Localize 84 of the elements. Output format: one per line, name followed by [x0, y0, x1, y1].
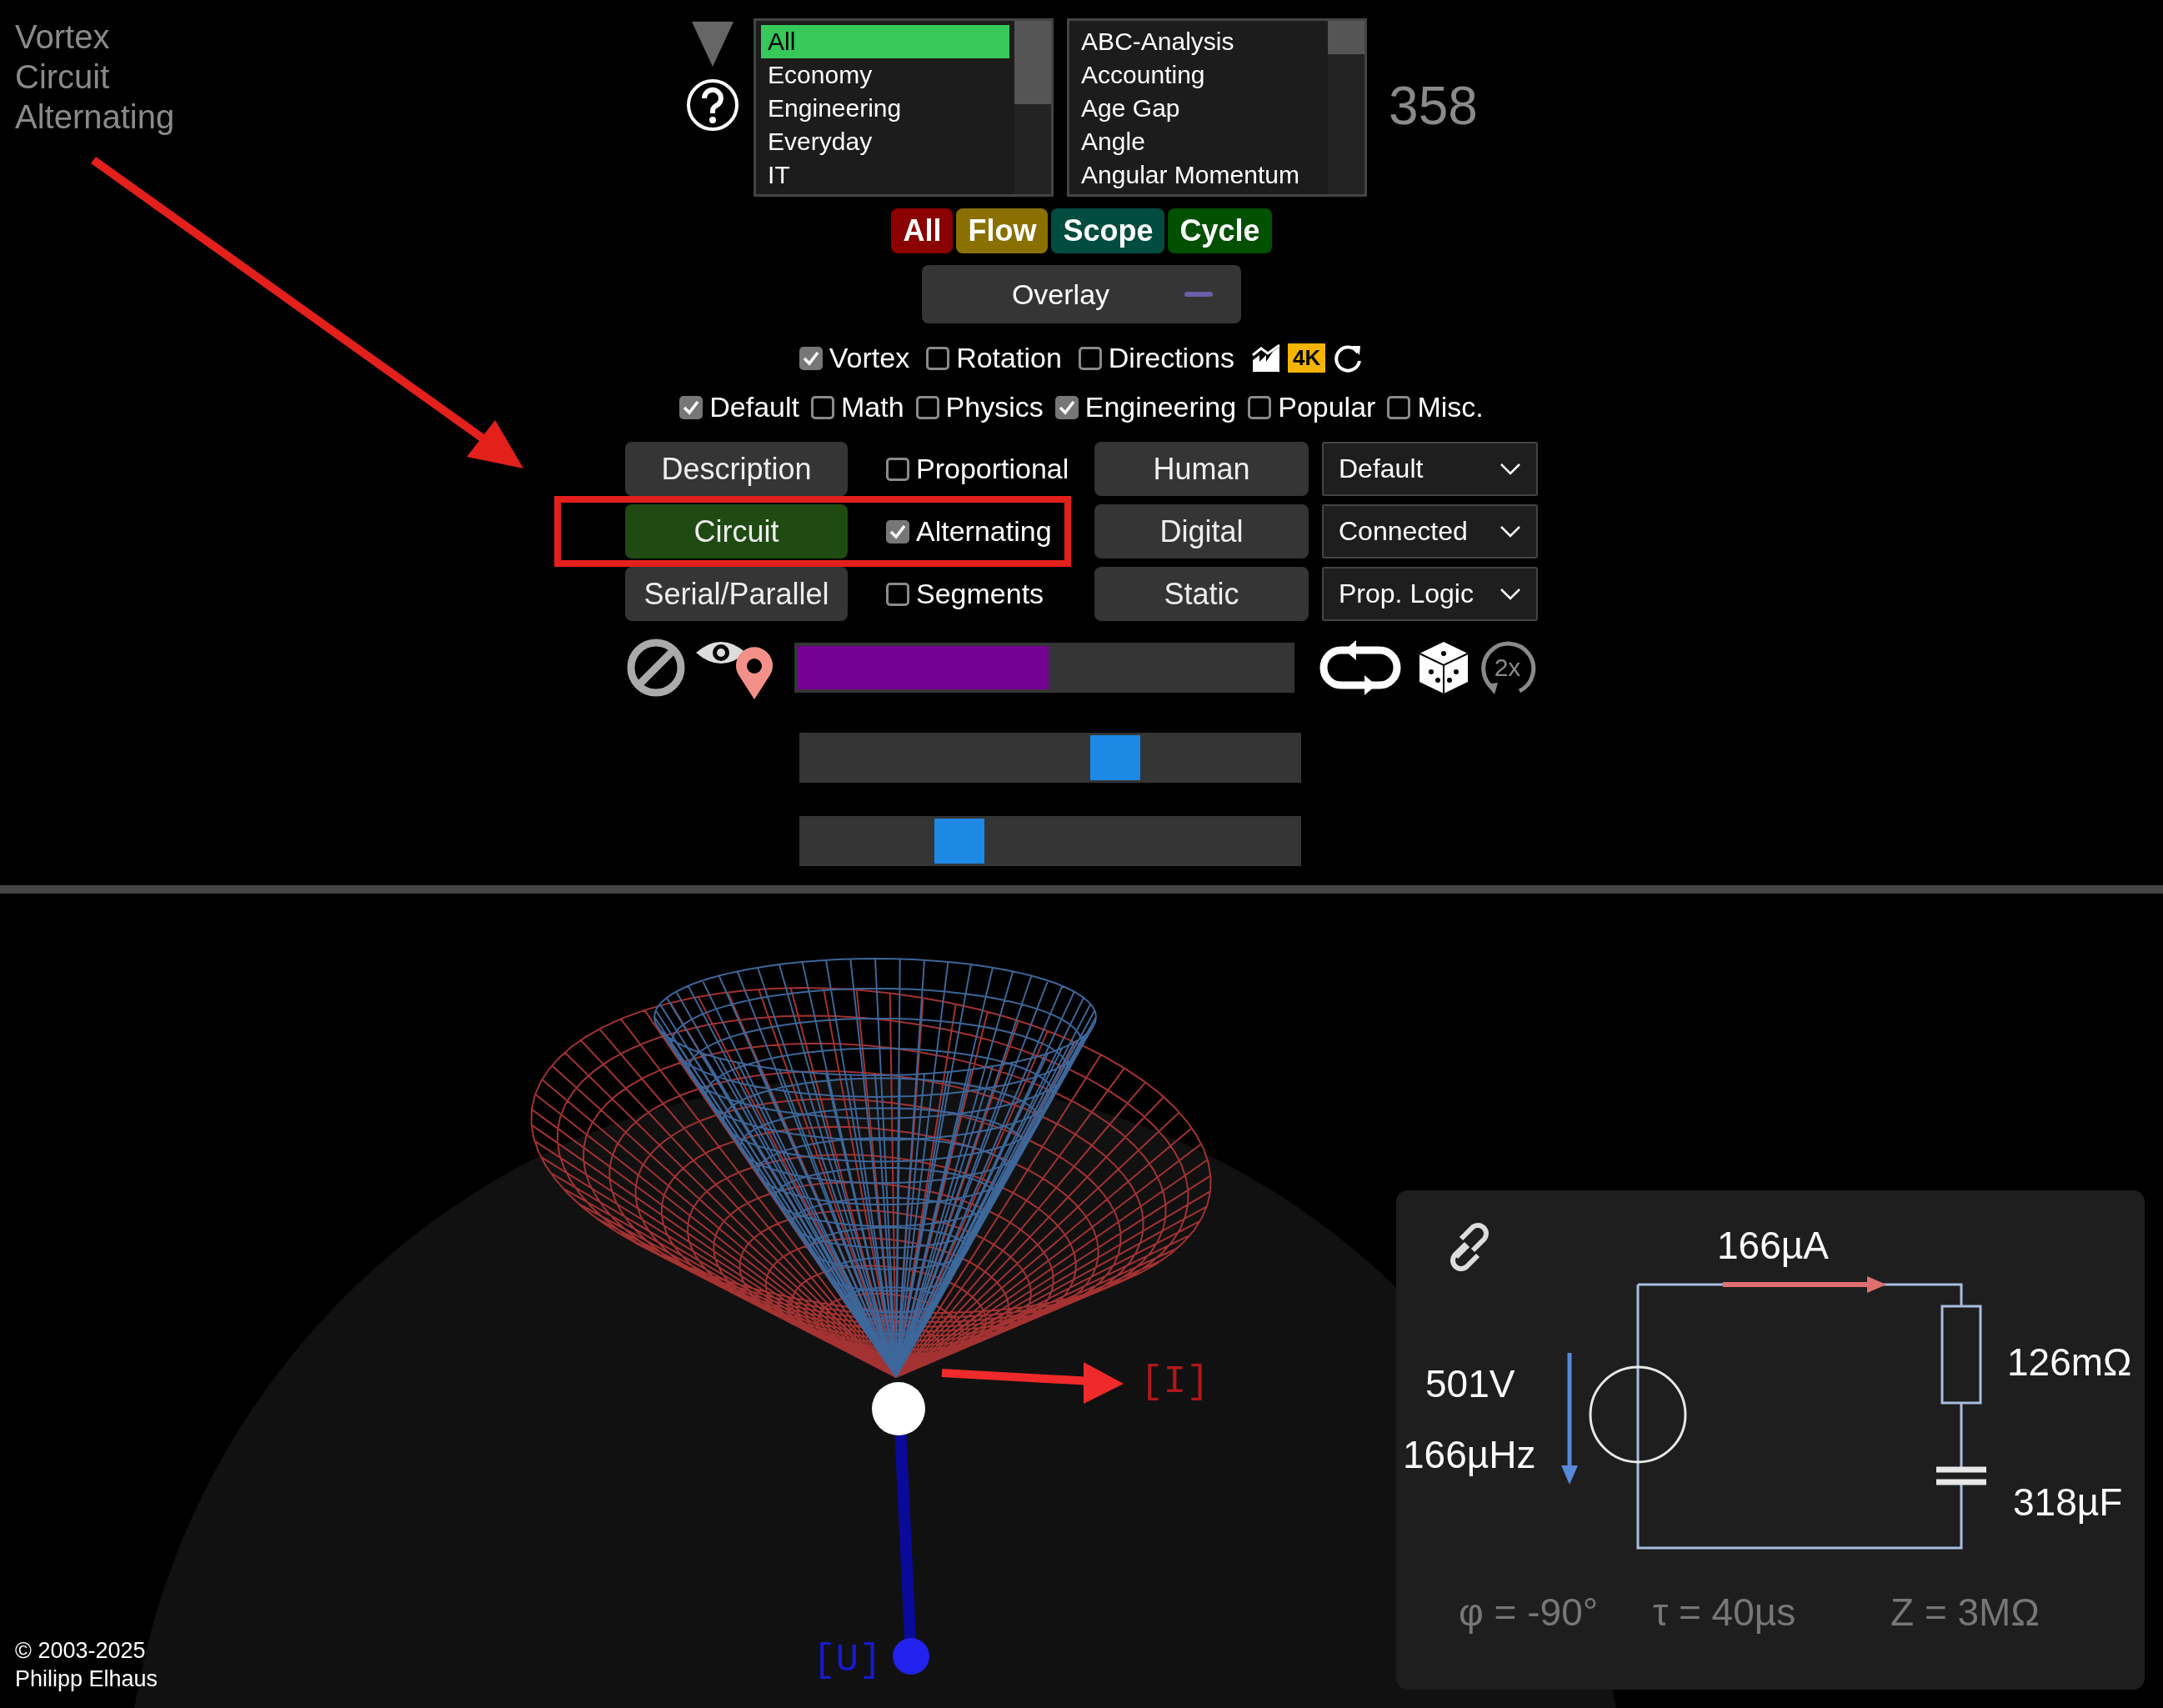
list-item[interactable]: Everyday: [761, 125, 1010, 158]
axis-label: [U]: [813, 1639, 882, 1682]
chevron-icon: [1500, 587, 1521, 601]
slider-thumb[interactable]: [934, 819, 985, 864]
phase-value: φ = -90°: [1459, 1590, 1599, 1634]
checkbox-label: Directions: [1108, 342, 1234, 374]
speed-button[interactable]: 2x: [1477, 638, 1538, 698]
voltage-value: 501V: [1425, 1362, 1515, 1405]
checkbox-label: Math: [841, 391, 904, 423]
current-value: 166µA: [1717, 1224, 1829, 1267]
checkbox-label: Segments: [916, 578, 1044, 610]
checkbox-label: Alternating: [916, 515, 1052, 548]
axis-label: [I]: [1140, 1360, 1209, 1404]
prohibited-icon[interactable]: [625, 638, 686, 698]
mode-button[interactable]: Static: [1094, 567, 1309, 621]
topic-button[interactable]: Circuit: [625, 504, 848, 558]
list-item[interactable]: Angular Momentum: [1074, 158, 1324, 192]
list-item[interactable]: IT: [761, 158, 1010, 192]
title-line: Vortex: [15, 18, 111, 57]
list-item[interactable]: Angle: [1074, 125, 1324, 158]
checkbox[interactable]: [1387, 395, 1411, 419]
checkbox[interactable]: [886, 519, 909, 543]
checkbox[interactable]: [679, 395, 703, 419]
checkbox-label: Engineering: [1084, 391, 1237, 423]
list-item[interactable]: Age Gap: [1074, 92, 1324, 125]
dropdown[interactable]: Default: [1322, 442, 1538, 496]
list-box[interactable]: ABC-Analysis Accounting Age Gap Angle Angular Momentum: [1067, 18, 1368, 197]
scrollbar[interactable]: [1328, 21, 1365, 194]
overlay-button[interactable]: Overlay: [922, 265, 1241, 323]
checkbox-label: Proportional: [916, 453, 1069, 485]
mode-button[interactable]: All: [891, 208, 954, 253]
scrollbar[interactable]: [1014, 21, 1052, 194]
collapse-triangle-icon[interactable]: [692, 22, 734, 67]
help-icon[interactable]: [686, 78, 740, 132]
mode-button[interactable]: Flow: [956, 208, 1049, 253]
link-icon[interactable]: [1450, 1223, 1489, 1271]
checkbox-label: Physics: [945, 391, 1044, 423]
checkbox[interactable]: [926, 346, 950, 370]
dropdown[interactable]: Prop. Logic: [1322, 567, 1538, 621]
checkbox[interactable]: [886, 582, 909, 606]
checkbox[interactable]: [886, 457, 909, 481]
checkbox-label: Vortex: [829, 342, 910, 374]
title-line: Alternating: [15, 98, 176, 137]
checkbox-label: Rotation: [956, 342, 1062, 374]
list-item[interactable]: Economy: [761, 58, 1010, 92]
list-item[interactable]: ABC-Analysis: [1074, 25, 1324, 58]
capacitance-value: 318µF: [2013, 1480, 2123, 1524]
dice-icon[interactable]: [1417, 640, 1470, 695]
copyright-line: © 2003-2025: [15, 1637, 147, 1665]
list-box[interactable]: All Economy Engineering Everyday IT: [754, 18, 1054, 197]
resolution-badge[interactable]: 4K: [1287, 343, 1326, 373]
impedance-value: Z = 3MΩ: [1890, 1590, 2040, 1634]
result-count: 358: [1389, 75, 1478, 137]
copyright-line: Philipp Elhaus: [15, 1665, 158, 1693]
slider[interactable]: [799, 733, 1301, 783]
list-item[interactable]: Engineering: [761, 92, 1010, 125]
checkbox-label: Default: [709, 391, 799, 423]
dropdown[interactable]: Connected: [1322, 504, 1538, 558]
origin-sphere: [872, 1382, 925, 1435]
mode-button[interactable]: Human: [1094, 442, 1309, 496]
slider-thumb[interactable]: [1089, 735, 1140, 780]
list-item[interactable]: All: [761, 25, 1010, 58]
title-line: Circuit: [15, 58, 111, 97]
chevron-icon: [1500, 524, 1521, 538]
checkbox[interactable]: [1054, 395, 1079, 419]
chart-icon[interactable]: [1250, 343, 1281, 373]
checkbox[interactable]: [915, 395, 939, 419]
chevron-icon: [1500, 462, 1521, 476]
mode-button[interactable]: Digital: [1094, 504, 1309, 558]
checkbox-label: Misc.: [1417, 391, 1484, 423]
checkbox[interactable]: [799, 346, 823, 370]
topic-button[interactable]: Serial/Parallel: [625, 567, 848, 621]
checkbox[interactable]: [1248, 395, 1272, 419]
checkbox-label: Popular: [1278, 391, 1376, 423]
slider[interactable]: [799, 816, 1301, 866]
checkbox[interactable]: [1078, 346, 1102, 370]
resistance-value: 126mΩ: [2007, 1340, 2132, 1384]
mode-button[interactable]: Scope: [1051, 208, 1165, 253]
mode-button[interactable]: Cycle: [1168, 208, 1272, 253]
checkbox[interactable]: [811, 395, 834, 419]
list-item[interactable]: Accounting: [1074, 58, 1324, 92]
frequency-value: 166µHz: [1403, 1433, 1536, 1476]
topic-button[interactable]: Description: [625, 442, 848, 496]
time-constant-value: τ = 40µs: [1653, 1590, 1796, 1634]
